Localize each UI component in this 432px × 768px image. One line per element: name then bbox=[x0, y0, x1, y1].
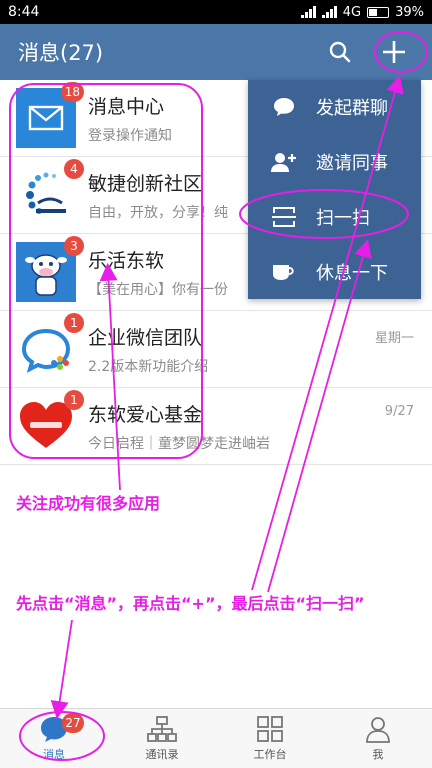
tab-messages[interactable]: 27 消息 bbox=[0, 709, 108, 768]
grid-icon bbox=[257, 716, 283, 742]
page-title: 消息(27) bbox=[18, 41, 104, 65]
tab-label: 通讯录 bbox=[145, 748, 179, 761]
community-logo: 4 bbox=[16, 159, 84, 225]
search-icon[interactable] bbox=[320, 32, 360, 72]
annotation-instruction: 先点击“消息”，再点击“+”，最后点击“扫一扫” bbox=[16, 594, 365, 613]
tab-contacts[interactable]: 通讯录 bbox=[108, 709, 216, 768]
conversation-preview: 今日启程｜童梦圆梦走进岫岩 bbox=[88, 435, 270, 452]
person-icon bbox=[366, 717, 390, 743]
signal-icon bbox=[300, 6, 316, 18]
add-person-icon bbox=[270, 150, 298, 174]
network-type: 4G bbox=[342, 4, 362, 20]
conversation-preview: 2.2版本新功能介绍 bbox=[88, 358, 209, 375]
add-popup-menu: 发起群聊 邀请同事 扫一扫 休息一下 bbox=[248, 80, 421, 299]
conversation-item-charity-fund[interactable]: 1 东软爱心基金 今日启程｜童梦圆梦走进岫岩 9/27 bbox=[0, 388, 432, 465]
heart-logo: 1 bbox=[16, 390, 84, 456]
menu-item-label: 发起群聊 bbox=[316, 98, 388, 120]
org-chart-icon bbox=[147, 716, 177, 742]
chat-icon bbox=[270, 95, 298, 119]
menu-item-scan[interactable]: 扫一扫 bbox=[248, 190, 421, 245]
arrow-to-messages-tab bbox=[50, 619, 73, 720]
chat-bubble-logo: 1 bbox=[16, 313, 84, 379]
annotation-apps-note: 关注成功有很多应用 bbox=[16, 494, 161, 513]
status-bar: 8:44 4G 39% bbox=[0, 0, 432, 24]
menu-item-group-chat[interactable]: 发起群聊 bbox=[248, 80, 421, 135]
menu-item-label: 休息一下 bbox=[316, 262, 388, 284]
tab-me[interactable]: 我 bbox=[324, 709, 432, 768]
unread-badge: 1 bbox=[64, 390, 84, 410]
conversation-time: 9/27 bbox=[384, 404, 414, 419]
app-header: 消息(27) bbox=[0, 24, 432, 80]
unread-badge: 18 bbox=[60, 82, 84, 102]
tab-label: 消息 bbox=[43, 748, 65, 761]
status-time: 8:44 bbox=[8, 4, 40, 20]
battery-level: 39% bbox=[395, 4, 424, 20]
signal-icon-2 bbox=[321, 6, 337, 18]
scan-icon bbox=[270, 205, 298, 229]
cow-mascot: 3 bbox=[16, 236, 84, 302]
menu-item-invite-colleague[interactable]: 邀请同事 bbox=[248, 135, 421, 190]
conversation-item-wecom-team[interactable]: 1 企业微信团队 2.2版本新功能介绍 星期一 bbox=[0, 311, 432, 388]
tab-workbench[interactable]: 工作台 bbox=[216, 709, 324, 768]
conversation-time: 星期一 bbox=[374, 331, 414, 346]
bottom-tab-bar: 27 消息 通讯录 工作台 我 bbox=[0, 708, 432, 768]
menu-item-label: 邀请同事 bbox=[316, 153, 388, 175]
plus-icon[interactable] bbox=[374, 32, 414, 72]
conversation-title: 东软爱心基金 bbox=[88, 403, 203, 426]
tab-label: 我 bbox=[372, 748, 384, 761]
unread-badge: 4 bbox=[64, 159, 84, 179]
battery-icon bbox=[367, 6, 390, 18]
cup-icon bbox=[270, 260, 298, 284]
unread-badge: 1 bbox=[64, 313, 84, 333]
mail-icon: 18 bbox=[16, 82, 84, 148]
tab-label: 工作台 bbox=[253, 748, 287, 761]
menu-item-take-break[interactable]: 休息一下 bbox=[248, 244, 421, 299]
menu-item-label: 扫一扫 bbox=[316, 207, 370, 229]
tab-badge: 27 bbox=[62, 713, 84, 733]
unread-badge: 3 bbox=[64, 236, 84, 256]
